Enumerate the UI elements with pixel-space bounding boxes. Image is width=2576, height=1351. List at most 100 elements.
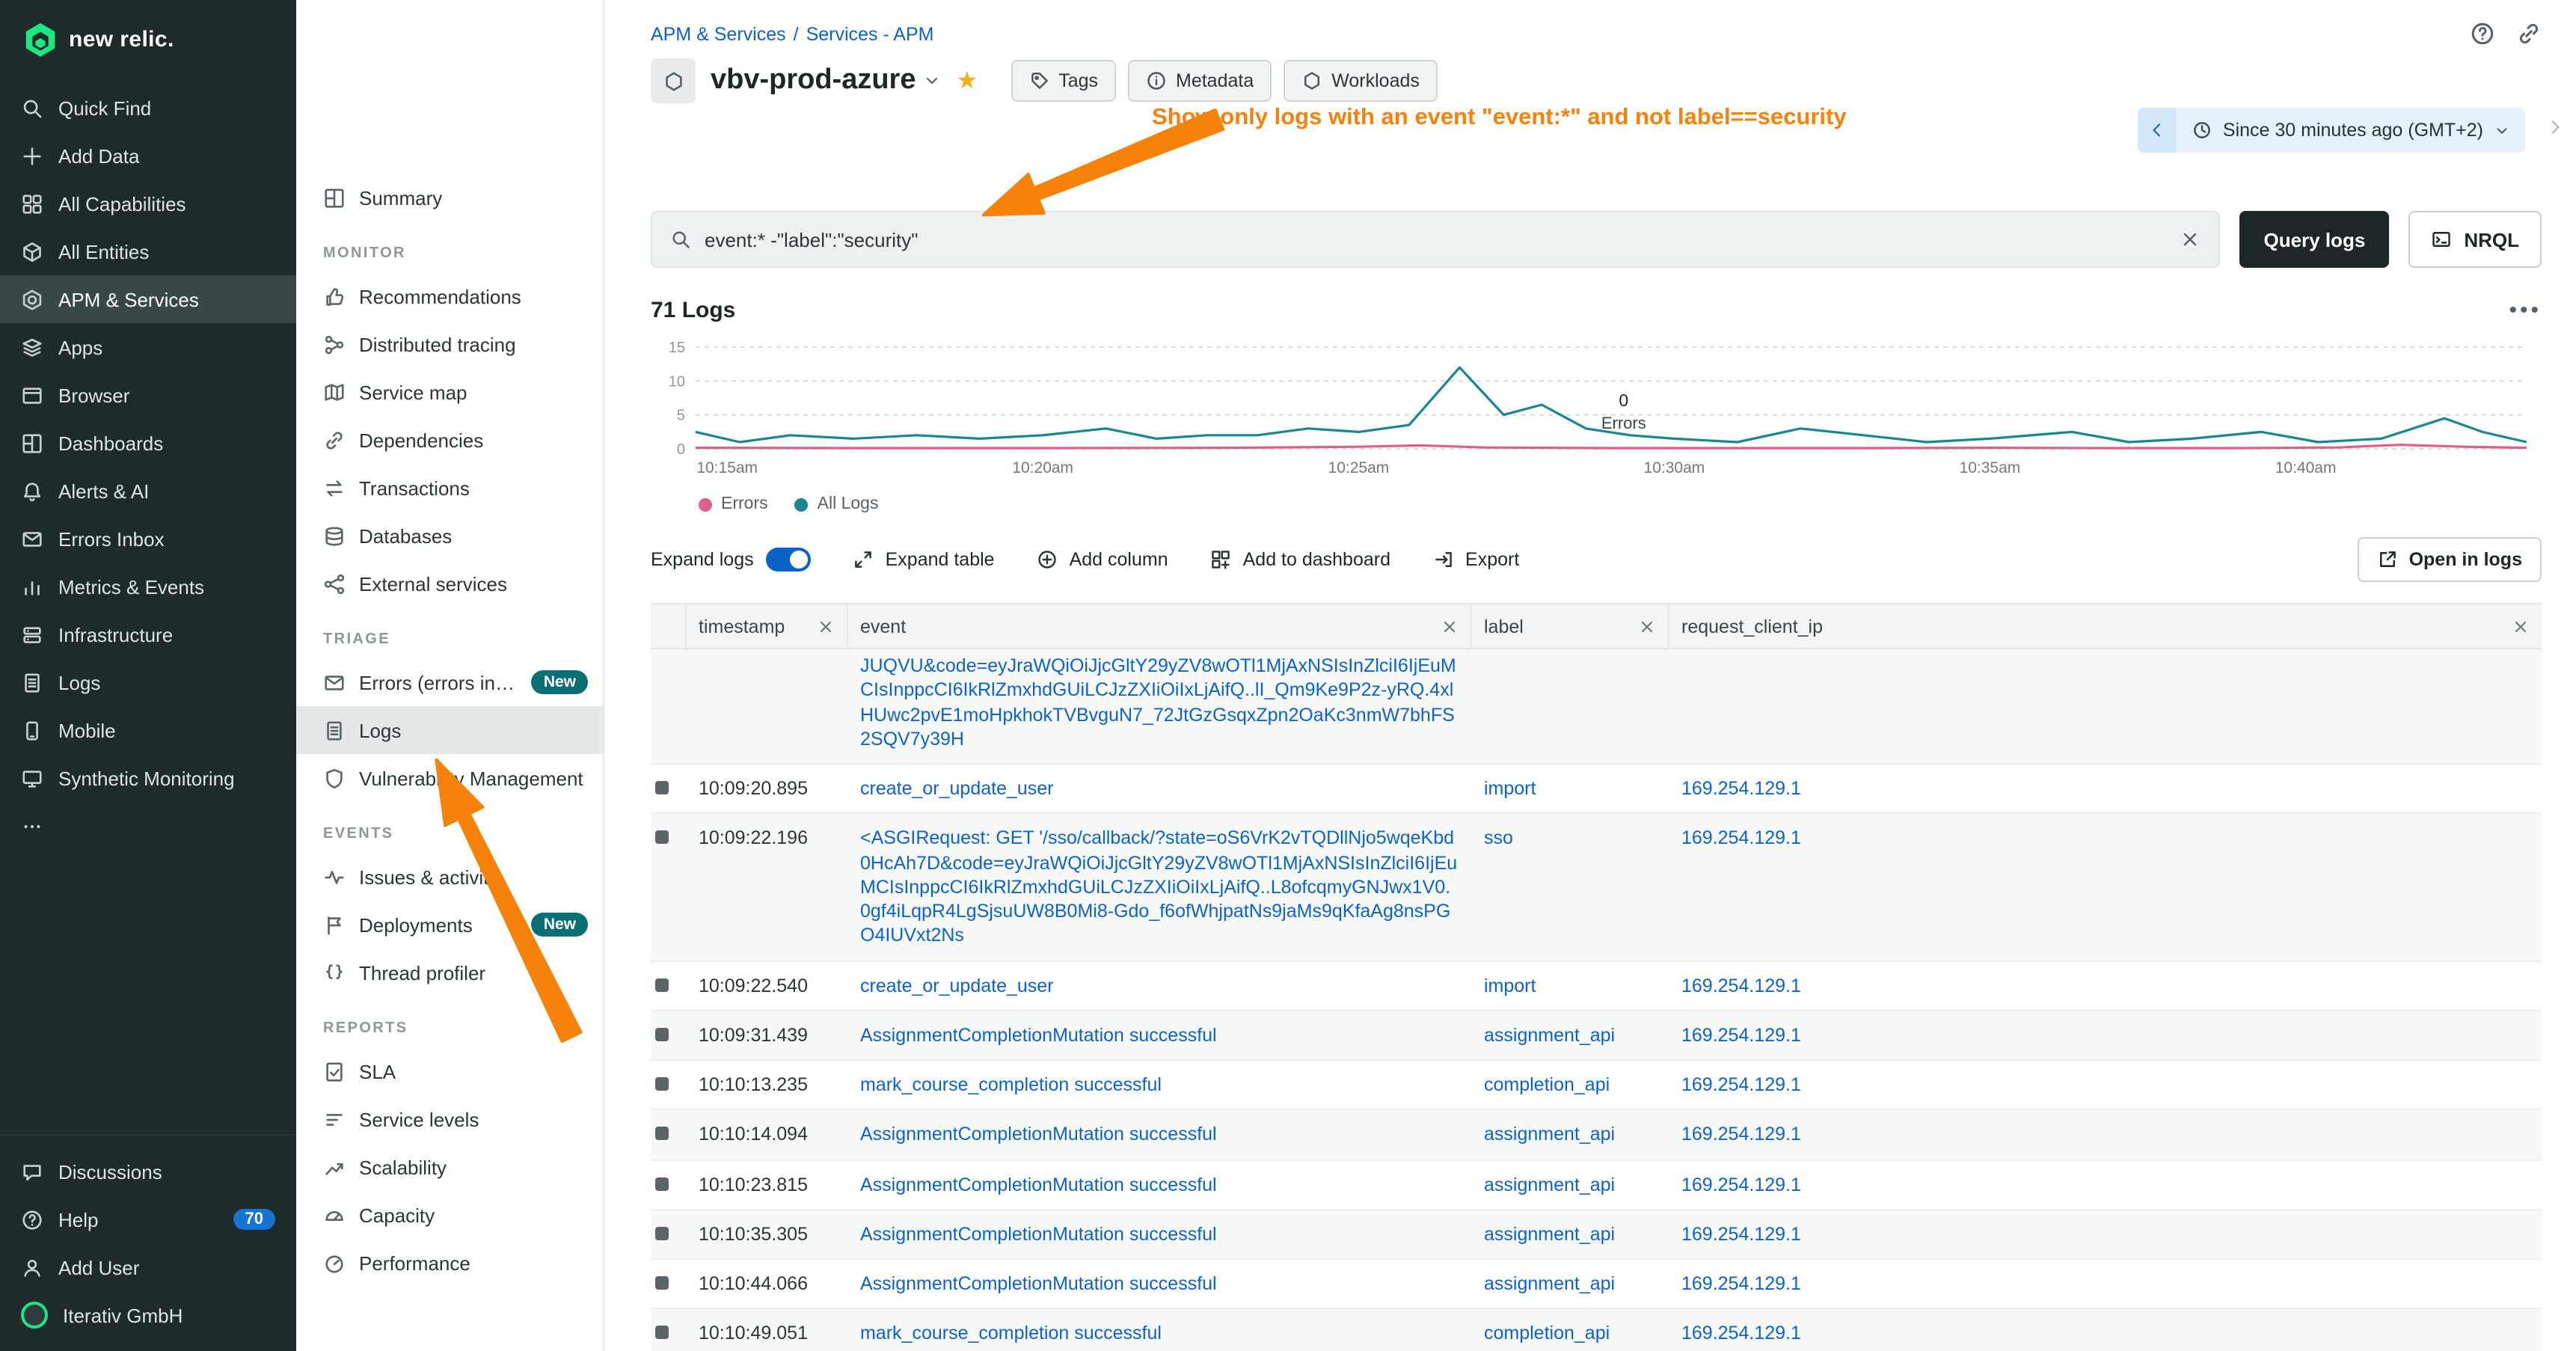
global-nav-discussions[interactable]: Discussions [0, 1148, 296, 1195]
column-header-event[interactable]: event [848, 604, 1472, 648]
row-expand-handle[interactable] [655, 1177, 669, 1190]
log-ip-link[interactable]: 169.254.129.1 [1681, 1174, 1801, 1195]
log-ip-link[interactable]: 169.254.129.1 [1681, 975, 1801, 996]
breadcrumb-services-apm[interactable]: Services - APM [806, 23, 934, 44]
global-nav-help[interactable]: Help70 [0, 1195, 296, 1243]
log-label-link[interactable]: assignment_api [1484, 1025, 1615, 1046]
query-logs-button[interactable]: Query logs [2239, 211, 2389, 268]
remove-column-icon[interactable] [817, 617, 835, 635]
open-in-logs-button[interactable]: Open in logs [2358, 537, 2542, 582]
global-nav-iterativ-gmbh[interactable]: Iterativ GmbH [0, 1291, 296, 1339]
global-nav-dashboards[interactable]: Dashboards [0, 419, 296, 467]
time-picker[interactable]: Since 30 minutes ago (GMT+2) [2138, 108, 2525, 153]
log-label-link[interactable]: completion_api [1484, 1323, 1610, 1344]
global-nav-add-user[interactable]: Add User [0, 1243, 296, 1291]
row-expand-handle[interactable] [655, 1127, 669, 1141]
logs-timeline-chart[interactable]: 05101510:15am10:20am10:25am10:30am10:35a… [651, 335, 2542, 492]
global-nav-errors-inbox[interactable]: Errors Inbox [0, 515, 296, 563]
log-event-link[interactable]: <ASGIRequest: GET '/sso/callback/?state=… [860, 828, 1457, 946]
expand-logs-toggle[interactable] [766, 548, 811, 572]
log-label-link[interactable]: assignment_api [1484, 1124, 1615, 1145]
sidebar-item-scalability[interactable]: Scalability [296, 1143, 603, 1191]
log-ip-link[interactable]: 169.254.129.1 [1681, 1273, 1801, 1294]
nrql-button[interactable]: NRQL [2408, 211, 2542, 268]
global-nav-quick-find[interactable]: Quick Find [0, 84, 296, 132]
sidebar-item-transactions[interactable]: Transactions [296, 464, 603, 512]
legend-item-all-logs[interactable]: All Logs [795, 495, 879, 513]
global-nav-alerts-ai[interactable]: Alerts & AI [0, 467, 296, 515]
expand-table-button[interactable]: Expand table [853, 549, 995, 570]
add-column-button[interactable]: Add column [1037, 549, 1168, 570]
sidebar-item-recommendations[interactable]: Recommendations [296, 272, 603, 320]
log-ip-link[interactable]: 169.254.129.1 [1681, 1224, 1801, 1245]
row-expand-handle[interactable] [655, 1227, 669, 1240]
log-ip-link[interactable]: 169.254.129.1 [1681, 1124, 1801, 1145]
global-nav-add-data[interactable]: Add Data [0, 132, 296, 180]
global-nav-all-entities[interactable]: All Entities [0, 227, 296, 275]
log-event-link[interactable]: mark_course_completion successful [860, 1074, 1162, 1095]
global-nav-infrastructure[interactable]: Infrastructure [0, 610, 296, 658]
global-nav-apm-services[interactable]: APM & Services [0, 275, 296, 323]
global-nav-all-capabilities[interactable]: All Capabilities [0, 180, 296, 227]
log-label-link[interactable]: assignment_api [1484, 1273, 1615, 1294]
sidebar-item-summary[interactable]: Summary [296, 174, 603, 221]
metadata-button[interactable]: Metadata [1128, 60, 1272, 102]
remove-column-icon[interactable] [1638, 617, 1656, 635]
global-nav-more[interactable] [0, 802, 296, 850]
sidebar-item-logs[interactable]: Logs [296, 706, 603, 754]
log-search-box[interactable] [651, 211, 2220, 268]
log-event-link[interactable]: create_or_update_user [860, 778, 1054, 799]
sidebar-item-performance[interactable]: Performance [296, 1239, 603, 1287]
log-label-link[interactable]: assignment_api [1484, 1174, 1615, 1195]
row-expand-handle[interactable] [655, 1028, 669, 1041]
sidebar-item-databases[interactable]: Databases [296, 512, 603, 560]
sidebar-item-deployments[interactable]: DeploymentsNew [296, 901, 603, 949]
sidebar-item-issues-activity[interactable]: Issues & activity [296, 853, 603, 901]
permalink-icon[interactable] [2516, 21, 2542, 46]
row-expand-handle[interactable] [655, 831, 669, 845]
global-nav-browser[interactable]: Browser [0, 371, 296, 419]
log-label-link[interactable]: assignment_api [1484, 1224, 1615, 1245]
help-circle-icon[interactable] [2470, 21, 2495, 46]
tags-button[interactable]: Tags [1011, 60, 1116, 102]
row-expand-handle[interactable] [655, 1326, 669, 1340]
favorite-star-icon[interactable]: ★ [957, 66, 978, 96]
log-label-link[interactable]: import [1484, 975, 1536, 996]
chart-more-menu[interactable]: ••• [2509, 298, 2542, 323]
global-nav-apps[interactable]: Apps [0, 323, 296, 371]
row-expand-handle[interactable] [655, 781, 669, 794]
export-button[interactable]: Export [1432, 549, 1519, 570]
sidebar-item-distributed-tracing[interactable]: Distributed tracing [296, 320, 603, 368]
sidebar-item-capacity[interactable]: Capacity [296, 1191, 603, 1239]
log-event-link[interactable]: create_or_update_user [860, 975, 1054, 996]
newrelic-logo[interactable]: new relic. [0, 0, 296, 72]
row-expand-handle[interactable] [655, 1077, 669, 1091]
log-event-link[interactable]: AssignmentCompletionMutation successful [860, 1124, 1217, 1145]
global-nav-metrics-events[interactable]: Metrics & Events [0, 563, 296, 610]
sidebar-item-external-services[interactable]: External services [296, 560, 603, 607]
log-event-link[interactable]: AssignmentCompletionMutation successful [860, 1273, 1217, 1294]
row-expand-handle[interactable] [655, 978, 669, 991]
log-event-link[interactable]: AssignmentCompletionMutation successful [860, 1224, 1217, 1245]
log-ip-link[interactable]: 169.254.129.1 [1681, 1025, 1801, 1046]
expand-logs-control[interactable]: Expand logs [651, 548, 811, 572]
log-event-link[interactable]: mark_course_completion successful [860, 1323, 1162, 1344]
time-forward-button[interactable] [2546, 117, 2564, 144]
log-ip-link[interactable]: 169.254.129.1 [1681, 1074, 1801, 1095]
global-nav-mobile[interactable]: Mobile [0, 706, 296, 754]
remove-column-icon[interactable] [2512, 617, 2530, 635]
time-back-button[interactable] [2138, 108, 2177, 153]
global-nav-synthetic-monitoring[interactable]: Synthetic Monitoring [0, 754, 296, 802]
breadcrumb-apm-services[interactable]: APM & Services [651, 23, 786, 44]
sidebar-item-sla[interactable]: SLA [296, 1047, 603, 1095]
sidebar-item-dependencies[interactable]: Dependencies [296, 416, 603, 464]
workloads-button[interactable]: Workloads [1284, 60, 1438, 102]
sidebar-item-vulnerability-management[interactable]: Vulnerability Management [296, 754, 603, 802]
sidebar-item-errors-errors-inb[interactable]: Errors (errors inb...New [296, 658, 603, 706]
log-ip-link[interactable]: 169.254.129.1 [1681, 778, 1801, 799]
log-ip-link[interactable]: 169.254.129.1 [1681, 1323, 1801, 1344]
column-header-request-client-ip[interactable]: request_client_ip [1669, 604, 2542, 648]
row-expand-handle[interactable] [655, 1276, 669, 1290]
log-label-link[interactable]: import [1484, 778, 1536, 799]
global-nav-logs[interactable]: Logs [0, 658, 296, 706]
